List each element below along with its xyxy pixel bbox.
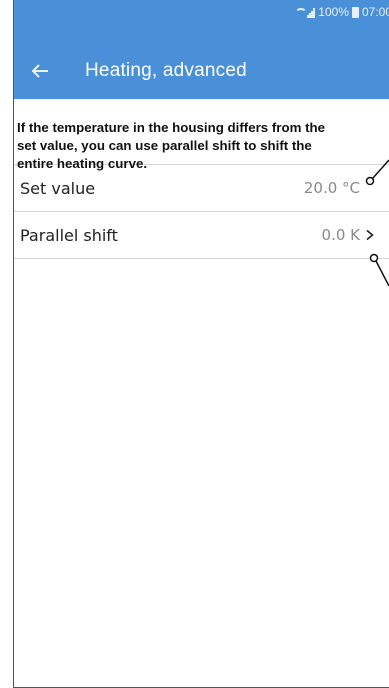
info-line: If the temperature in the housing differ… xyxy=(17,119,389,137)
chevron-right-icon xyxy=(364,229,376,241)
status-time: 07:00 xyxy=(362,5,389,19)
parallel-shift-row[interactable]: Parallel shift 0.0 K xyxy=(14,212,389,259)
info-description: If the temperature in the housing differ… xyxy=(14,99,389,165)
parallel-shift-value: 0.0 K xyxy=(322,226,360,244)
signal-icon xyxy=(307,7,315,17)
back-arrow-icon[interactable] xyxy=(31,61,51,81)
battery-percentage: 100% xyxy=(318,5,349,19)
wifi-icon xyxy=(294,7,304,17)
app-bar: Heating, advanced xyxy=(14,55,247,87)
set-value-row[interactable]: Set value 20.0 °C xyxy=(14,165,389,212)
parallel-shift-label: Parallel shift xyxy=(20,226,118,245)
header: 100% 07:00 Heating, advanced xyxy=(14,0,389,99)
info-line: set value, you can use parallel shift to… xyxy=(17,137,389,155)
set-value-value: 20.0 °C xyxy=(304,179,360,197)
phone-screen: 100% 07:00 Heating, advanced If the temp… xyxy=(13,0,389,688)
page-title: Heating, advanced xyxy=(85,60,247,82)
set-value-label: Set value xyxy=(20,179,95,198)
battery-icon xyxy=(352,7,359,18)
status-bar: 100% 07:00 xyxy=(294,0,389,24)
